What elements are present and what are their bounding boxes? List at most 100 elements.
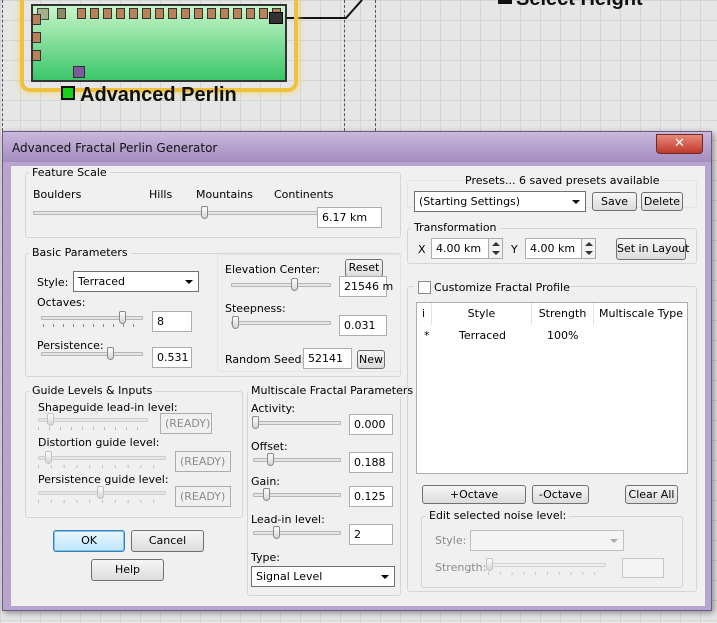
steepness-slider-thumb[interactable] <box>232 316 239 329</box>
edit-style-label: Style: <box>435 534 467 547</box>
save-preset-button[interactable]: Save <box>592 192 637 211</box>
edit-strength-slider-track[interactable] <box>488 563 606 567</box>
dialog-title: Advanced Fractal Perlin Generator <box>12 141 218 155</box>
multiscale-label: Multiscale Fractal Parameters <box>248 384 417 397</box>
delete-preset-button[interactable]: Delete <box>641 192 683 211</box>
elevation-center-field[interactable]: 21546 m <box>339 276 393 297</box>
persistence-guide-slider-ticks <box>38 500 166 503</box>
offset-field[interactable]: 0.188 <box>349 452 393 473</box>
dialog-titlebar[interactable]: Advanced Fractal Perlin Generator ✕ <box>3 132 711 162</box>
gain-field[interactable]: 0.125 <box>349 486 393 507</box>
dialog-client: Feature Scale Boulders Hills Mountains C… <box>11 166 705 606</box>
edit-strength-slider-thumb[interactable] <box>486 558 493 571</box>
gain-label: Gain: <box>251 475 280 488</box>
distortion-guide-value: (READY) <box>175 451 231 472</box>
node-side-port[interactable] <box>32 50 41 61</box>
type-select[interactable]: Signal Level <box>251 566 395 587</box>
octaves-label: Octaves: <box>37 296 86 309</box>
style-select[interactable]: Terraced <box>73 271 199 292</box>
lead-in-slider-thumb[interactable] <box>273 526 280 539</box>
profile-checkbox-row[interactable]: Customize Fractal Profile <box>414 279 570 295</box>
node-output-port[interactable] <box>269 12 283 24</box>
x-spinner[interactable] <box>488 238 503 259</box>
distortion-slider-thumb[interactable] <box>45 451 52 464</box>
column-header-style[interactable]: Style <box>432 303 532 325</box>
node-status-indicator <box>61 86 75 100</box>
feature-scale-field[interactable]: 6.17 km <box>317 207 382 228</box>
reset-button[interactable]: Reset <box>345 259 383 277</box>
table-row[interactable]: * Terraced 100% <box>417 326 687 346</box>
octaves-field[interactable]: 8 <box>152 311 192 332</box>
shapeguide-slider-ticks <box>38 427 148 430</box>
other-node-indicator <box>498 0 512 4</box>
edit-strength-label: Strength: <box>435 561 487 574</box>
chevron-down-icon <box>572 200 580 204</box>
presets-select[interactable]: (Starting Settings) <box>414 191 586 212</box>
advanced-perlin-node[interactable] <box>31 4 287 82</box>
steepness-field[interactable]: 0.031 <box>339 315 387 336</box>
octaves-slider-track[interactable] <box>41 316 143 320</box>
presets-header: Presets... 6 saved presets available <box>462 174 663 187</box>
clear-all-button[interactable]: Clear All <box>625 485 678 504</box>
elevation-slider-track[interactable] <box>231 283 331 287</box>
lead-in-field[interactable]: 2 <box>349 524 393 545</box>
scale-mark-continents: Continents <box>274 188 334 201</box>
feature-scale-label: Feature Scale <box>29 166 110 179</box>
gain-slider-thumb[interactable] <box>263 488 270 501</box>
random-seed-field[interactable]: 52141 <box>303 348 352 369</box>
chevron-down-icon <box>610 539 618 543</box>
shapeguide-slider-thumb[interactable] <box>47 413 54 426</box>
x-field[interactable]: 4.00 km <box>431 238 489 259</box>
edit-strength-field[interactable] <box>622 558 664 578</box>
node-side-port[interactable] <box>32 14 41 25</box>
octaves-slider-thumb[interactable] <box>119 311 126 324</box>
elevation-slider-thumb[interactable] <box>291 278 298 291</box>
persistence-guide-label: Persistence guide level: <box>38 473 169 486</box>
type-label: Type: <box>251 551 280 564</box>
distortion-slider-track[interactable] <box>38 456 166 460</box>
edit-style-select[interactable] <box>470 530 624 551</box>
canvas-guide-line <box>2 0 3 131</box>
persistence-guide-slider-thumb[interactable] <box>97 486 104 499</box>
cancel-button[interactable]: Cancel <box>131 530 204 552</box>
distortion-slider-ticks <box>38 465 166 468</box>
column-header-strength[interactable]: Strength <box>532 303 594 325</box>
other-node-title: Select Height <box>516 0 643 11</box>
octave-list[interactable]: i Style Strength Multiscale Type * Terra… <box>416 302 688 474</box>
edit-noise-level-label: Edit selected noise level: <box>426 509 570 522</box>
chevron-down-icon <box>185 280 193 284</box>
shapeguide-slider-track[interactable] <box>38 418 148 422</box>
persistence-slider-thumb[interactable] <box>107 347 114 360</box>
help-button[interactable]: Help <box>91 559 164 581</box>
lead-in-label: Lead-in level: <box>251 513 325 526</box>
canvas-guide-line <box>375 0 376 131</box>
lead-in-slider-track[interactable] <box>253 531 341 535</box>
column-header-multiscale-type[interactable]: Multiscale Type <box>594 303 688 325</box>
add-octave-button[interactable]: +Octave <box>422 485 526 504</box>
random-seed-label: Random Seed: <box>225 353 306 366</box>
customize-profile-checkbox[interactable] <box>418 281 431 294</box>
style-select-value: Terraced <box>78 275 126 288</box>
persistence-field[interactable]: 0.531 <box>152 347 192 368</box>
persistence-slider-track[interactable] <box>41 352 143 356</box>
feature-scale-slider-track[interactable] <box>33 211 323 215</box>
activity-slider-track[interactable] <box>253 421 341 425</box>
offset-slider-thumb[interactable] <box>267 453 274 466</box>
close-button[interactable]: ✕ <box>656 134 703 154</box>
y-spinner[interactable] <box>581 238 596 259</box>
node-side-port[interactable] <box>32 32 41 43</box>
feature-scale-group <box>25 172 401 238</box>
y-field[interactable]: 4.00 km <box>525 238 582 259</box>
activity-field[interactable]: 0.000 <box>349 414 393 435</box>
ok-button[interactable]: OK <box>53 530 125 552</box>
new-seed-button[interactable]: New <box>357 350 385 369</box>
remove-octave-button[interactable]: -Octave <box>532 485 589 504</box>
customize-profile-label: Customize Fractal Profile <box>434 281 570 294</box>
set-in-layout-button[interactable]: Set in Layout <box>616 238 689 260</box>
column-header-i[interactable]: i <box>417 303 432 325</box>
activity-slider-thumb[interactable] <box>252 416 259 429</box>
node-mask-port[interactable] <box>73 66 85 78</box>
steepness-slider-track[interactable] <box>231 321 331 325</box>
feature-scale-slider-thumb[interactable] <box>201 206 208 219</box>
style-label: Style: <box>37 276 69 289</box>
